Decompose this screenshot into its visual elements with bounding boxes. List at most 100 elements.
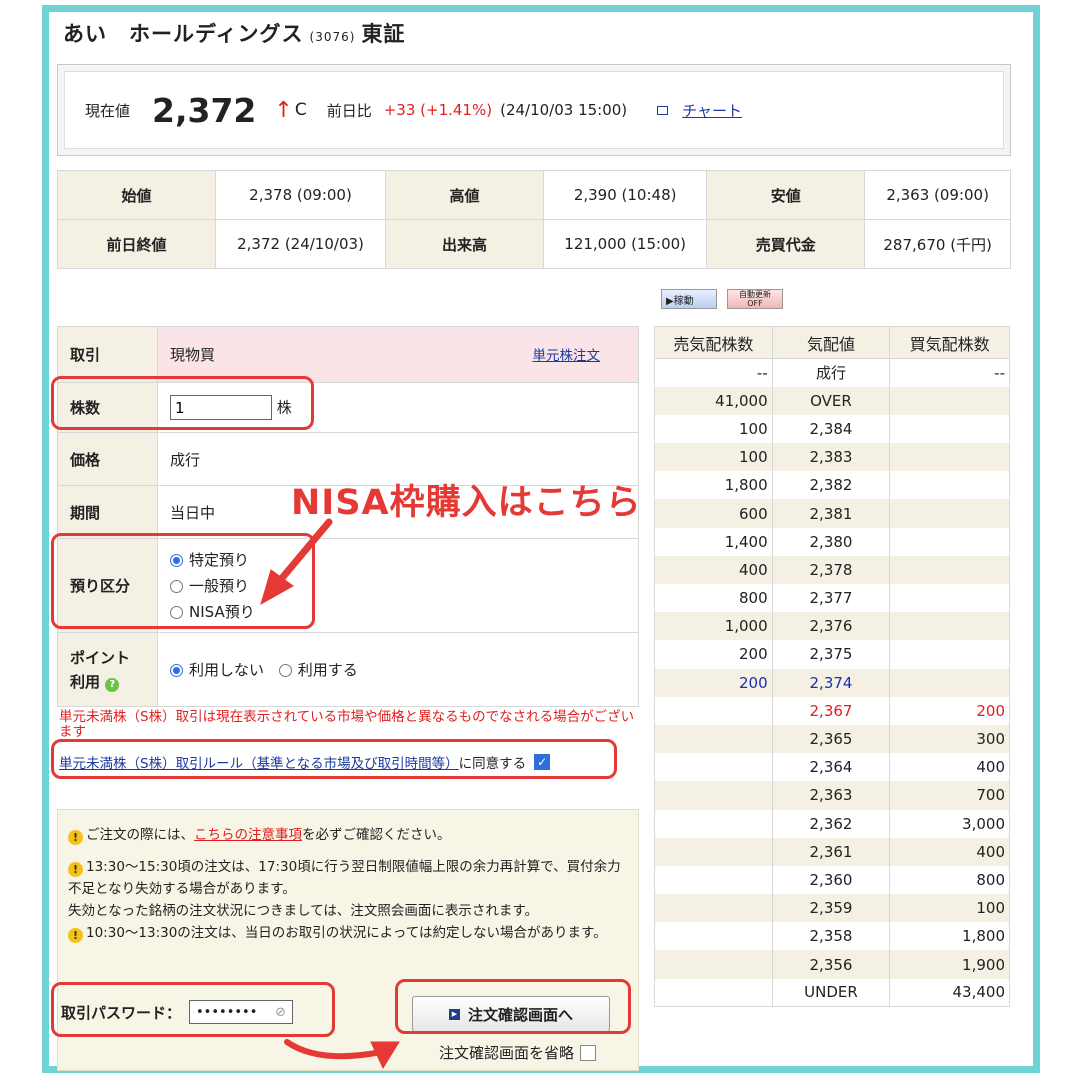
board-cell-ask: 1,800 (654, 471, 773, 500)
board-cell-ask (654, 894, 773, 923)
radio-selected-icon[interactable] (170, 664, 183, 677)
board-cell-price: 2,364 (771, 753, 891, 782)
board-cell-bid (889, 640, 1010, 669)
board-cell-bid (889, 668, 1010, 697)
board-cell-bid (889, 386, 1010, 415)
skip-confirm-checkbox[interactable] (580, 1044, 597, 1061)
board-cell-bid (889, 527, 1010, 556)
board-cell-ask: 400 (654, 555, 773, 584)
board-cell-price: 2,381 (771, 499, 891, 528)
order-book-row: 1,400 2,380 (654, 527, 1010, 556)
stat-value: 2,372 (24/10/03) (214, 219, 387, 269)
order-book-row: 2,362 3,000 (654, 809, 1010, 838)
unit-order-link[interactable]: 単元株注文 (533, 344, 601, 364)
board-cell-ask: -- (654, 358, 773, 387)
board-cell-price: 2,378 (771, 555, 891, 584)
up-arrow-icon: ↑ (274, 97, 293, 123)
live-update-button[interactable]: ▶稼動 (661, 289, 717, 309)
board-cell-bid: 400 (889, 837, 1010, 866)
order-book-row: 2,360 800 (654, 865, 1010, 895)
points-label-2: 利用 (70, 672, 101, 691)
note-2b: 失効となった銘柄の注文状況につきましては、注文照会画面に表示されます。 (68, 903, 539, 919)
trade-value: 現物買 (170, 346, 216, 364)
order-book-row: 2,358 1,800 (654, 922, 1010, 951)
board-cell-bid (889, 612, 1010, 641)
radio-icon[interactable] (278, 664, 292, 677)
board-cell-ask: 100 (654, 443, 773, 472)
board-cell-ask (654, 837, 773, 866)
board-cell-ask (654, 696, 773, 725)
s-stock-warning: 単元未満株（S株）取引は現在表示されている市場や価格と異なるものでなされる場合が… (59, 709, 635, 740)
board-cell-ask (654, 922, 773, 951)
stat-value: 2,390 (10:48) (543, 170, 708, 220)
board-cell-bid: 200 (889, 696, 1010, 725)
stat-value: 121,000 (15:00) (543, 219, 708, 269)
board-cell-ask: 200 (654, 668, 773, 697)
skip-confirm-row: 注文確認画面を省略 (439, 1042, 597, 1063)
stat-label: 始値 (57, 170, 216, 220)
current-price: 2,372 (152, 90, 257, 130)
board-cell-price: 成行 (771, 358, 891, 387)
board-cell-bid: 1,900 (889, 950, 1010, 979)
board-cell-bid: 100 (889, 894, 1010, 923)
board-cell-price: 2,363 (771, 781, 891, 810)
caution-link[interactable]: こちらの注意事項 (194, 827, 302, 843)
note-3: 10:30〜13:30の注文は、当日のお取引の状況によっては約定しない場合があり… (86, 925, 607, 941)
order-book-row: 100 2,384 (654, 414, 1010, 444)
annotation-account-box (51, 533, 315, 629)
board-cell-bid: 1,800 (889, 922, 1010, 951)
period-label: 期間 (57, 485, 158, 539)
board-header: 気配値 (771, 326, 891, 359)
board-header: 買気配株数 (889, 326, 1010, 359)
board-cell-bid (889, 584, 1010, 613)
chart-link[interactable]: チャート (682, 100, 742, 121)
stats-table: 始値 2,378 (09:00) 高値 2,390 (10:48) 安値 2,3… (57, 170, 1011, 269)
order-book-row: 2,364 400 (654, 753, 1010, 782)
board-cell-price: 2,376 (771, 612, 891, 641)
board-cell-bid (889, 499, 1010, 528)
board-cell-ask (654, 950, 773, 979)
order-book-row: 100 2,383 (654, 443, 1010, 472)
board-cell-ask: 100 (654, 414, 773, 444)
board-header: 売気配株数 (654, 326, 773, 359)
board-cell-price: 2,356 (771, 950, 891, 979)
order-book-row: -- 成行 -- (654, 358, 1010, 387)
board-controls: ▶稼動 自動更新OFF (661, 289, 783, 309)
board-cell-bid: 3,000 (889, 809, 1010, 838)
board-cell-price: 2,365 (771, 724, 891, 754)
points-option-no[interactable]: 利用しない (170, 661, 264, 679)
board-cell-price: 2,361 (771, 837, 891, 866)
board-cell-price: 2,380 (771, 527, 891, 556)
stock-title: あい ホールディングス (3076) 東証 (63, 18, 405, 48)
price-datetime: (24/10/03 15:00) (500, 101, 628, 119)
board-cell-price: 2,375 (771, 640, 891, 669)
points-label: ポイント (70, 648, 131, 667)
order-book-row: 2,361 400 (654, 837, 1010, 866)
stock-code: (3076) (309, 30, 356, 44)
points-option-yes[interactable]: 利用する (278, 661, 358, 679)
annotation-agree-box (51, 739, 617, 779)
board-cell-ask (654, 781, 773, 810)
stat-label: 出来高 (385, 219, 545, 269)
warning-icon: ! (68, 928, 83, 943)
price-panel: 現在値 2,372 ↑ C 前日比 +33 (+1.41%) (24/10/03 … (57, 64, 1011, 156)
stat-label: 売買代金 (706, 219, 866, 269)
board-cell-ask (654, 809, 773, 838)
help-icon[interactable]: ? (105, 677, 120, 692)
board-cell-price: 2,362 (771, 809, 891, 838)
order-book-row: 41,000 OVER (654, 386, 1010, 415)
board-cell-bid: 800 (889, 865, 1010, 895)
chart-window-icon[interactable] (657, 105, 669, 115)
board-cell-bid: 700 (889, 781, 1010, 810)
board-cell-ask: 1,000 (654, 612, 773, 641)
board-cell-price: UNDER (771, 978, 891, 1008)
order-book-row: 2,363 700 (654, 781, 1010, 810)
board-cell-ask (654, 753, 773, 782)
board-cell-price: OVER (771, 386, 891, 415)
annotation-qty-box (51, 376, 314, 430)
board-cell-bid (889, 555, 1010, 584)
stat-value: 2,378 (09:00) (214, 170, 387, 220)
board-cell-ask: 800 (654, 584, 773, 613)
board-cell-price: 2,374 (771, 668, 891, 697)
auto-refresh-button[interactable]: 自動更新OFF (727, 289, 783, 309)
